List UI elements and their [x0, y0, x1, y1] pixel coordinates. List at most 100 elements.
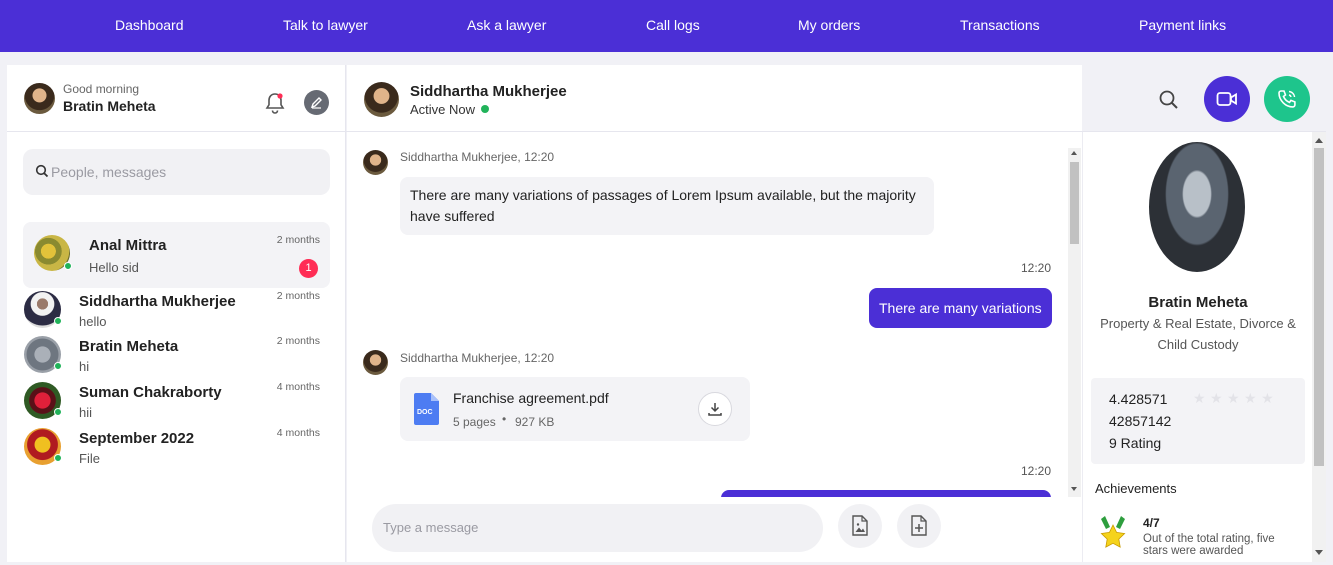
notification-bell-icon[interactable] — [264, 91, 286, 115]
rating-box: 4.428571 42857142 9 Rating ★ ★ ★ ★ ★ — [1091, 378, 1305, 464]
nav-call-logs[interactable]: Call logs — [646, 17, 700, 33]
download-icon — [708, 403, 722, 416]
medal-star-icon — [1099, 516, 1127, 548]
chat-search-button[interactable] — [1157, 88, 1181, 112]
chat-contact-avatar[interactable] — [364, 82, 399, 117]
message-input-placeholder: Type a message — [383, 520, 479, 535]
message-time: 12:20 — [1021, 261, 1052, 275]
nav-dashboard[interactable]: Dashboard — [115, 17, 184, 33]
message-time: 4 months — [276, 381, 320, 393]
top-nav: Dashboard Talk to lawyer Ask a lawyer Ca… — [0, 0, 1333, 52]
file-name: Franchise agreement.pdf — [453, 390, 609, 406]
user-avatar[interactable] — [24, 83, 55, 114]
star-rating: ★ ★ ★ ★ ★ — [1193, 390, 1274, 408]
message-input[interactable]: Type a message — [372, 504, 823, 552]
phone-icon — [1278, 90, 1296, 108]
messages-area: Siddhartha Mukherjee, 12:20 There are ma… — [347, 132, 1082, 497]
achievement-description: Out of the total rating, five stars were… — [1143, 533, 1275, 557]
nav-ask-a-lawyer[interactable]: Ask a lawyer — [467, 17, 546, 33]
sender-avatar — [363, 150, 388, 175]
rating-value-line2: 42857142 — [1109, 413, 1172, 429]
profile-scrollbar[interactable] — [1312, 132, 1326, 562]
contact-name: Suman Chakraborty — [79, 384, 222, 401]
conversation-sidebar: Good morning Bratin Meheta People, messa… — [7, 65, 346, 562]
online-indicator — [64, 262, 72, 270]
online-indicator — [54, 317, 62, 325]
file-type-label: DOC — [417, 409, 433, 416]
compose-button[interactable] — [304, 90, 329, 115]
message-time: 12:20 — [1021, 464, 1052, 478]
nav-payment-links[interactable]: Payment links — [1139, 17, 1226, 33]
file-pages: 5 pages — [453, 415, 496, 429]
chat-status: Active Now — [410, 102, 476, 117]
star-icon: ★ — [1261, 390, 1274, 406]
online-indicator — [54, 454, 62, 462]
lawyer-specialty: Property & Real Estate, Divorce & Child … — [1100, 316, 1296, 352]
lawyer-photo — [1149, 142, 1245, 272]
scrollbar-thumb[interactable] — [1070, 162, 1079, 244]
scroll-up-icon[interactable] — [1315, 138, 1323, 143]
online-indicator — [54, 362, 62, 370]
greeting-text: Good morning — [63, 82, 140, 96]
star-icon: ★ — [1210, 390, 1223, 406]
conversation-item[interactable]: Anal Mittra Hello sid 2 months 1 — [23, 222, 330, 288]
chat-scrollbar[interactable] — [1068, 148, 1081, 497]
file-size: 927 KB — [515, 415, 555, 429]
scrollbar-thumb[interactable] — [1314, 148, 1324, 466]
rating-count: 9 Rating — [1109, 435, 1162, 451]
attach-file-button[interactable] — [897, 504, 941, 548]
voice-call-button[interactable] — [1264, 76, 1310, 122]
message-text: There are many variations — [879, 300, 1042, 316]
chat-contact-name: Siddhartha Mukherjee — [410, 83, 567, 100]
achievements-title: Achievements — [1095, 481, 1177, 496]
outgoing-message: There are many variations — [869, 288, 1052, 328]
message-preview: hii — [79, 405, 93, 420]
message-preview: Hello sid — [89, 260, 139, 275]
scroll-down-icon[interactable] — [1071, 487, 1077, 491]
contact-name: Anal Mittra — [89, 237, 167, 254]
conversation-item[interactable]: Bratin Meheta hi 2 months — [23, 334, 330, 378]
file-attachment[interactable]: DOC Franchise agreement.pdf 5 pages • 92… — [400, 377, 750, 441]
document-icon: DOC — [414, 393, 439, 425]
message-sender: Siddhartha Mukherjee, 12:20 — [400, 351, 555, 365]
rating-value-line1: 4.428571 — [1109, 391, 1168, 407]
message-preview: hello — [79, 314, 107, 329]
nav-my-orders[interactable]: My orders — [798, 17, 860, 33]
separator-dot: • — [502, 412, 507, 426]
contact-name: Bratin Meheta — [79, 338, 179, 355]
scroll-down-icon[interactable] — [1315, 550, 1323, 555]
star-icon: ★ — [1244, 390, 1257, 406]
star-icon: ★ — [1193, 390, 1206, 406]
star-icon: ★ — [1227, 390, 1240, 406]
active-indicator — [481, 105, 489, 113]
message-time: 2 months — [276, 335, 320, 347]
lawyer-profile-panel: Bratin Meheta Property & Real Estate, Di… — [1082, 132, 1326, 562]
sender-avatar — [363, 350, 388, 375]
message-time: 4 months — [276, 427, 320, 439]
message-sender: Siddhartha Mukherjee, 12:20 — [400, 150, 555, 164]
contact-name: September 2022 — [79, 430, 195, 447]
contact-name: Siddhartha Mukherjee — [79, 293, 236, 310]
scroll-up-icon[interactable] — [1071, 151, 1077, 155]
online-indicator — [54, 408, 62, 416]
message-preview: hi — [79, 359, 90, 374]
incoming-message: There are many variations of passages of… — [400, 177, 934, 235]
search-placeholder: People, messages — [51, 164, 167, 180]
nav-transactions[interactable]: Transactions — [960, 17, 1040, 33]
download-button[interactable] — [698, 392, 732, 426]
search-input[interactable]: People, messages — [23, 149, 330, 195]
conversation-item[interactable]: Suman Chakraborty hii 4 months — [23, 380, 330, 424]
video-camera-icon — [1216, 92, 1237, 106]
attach-image-button[interactable] — [838, 504, 882, 548]
search-icon — [35, 164, 49, 178]
lawyer-name: Bratin Meheta — [1148, 294, 1248, 311]
nav-talk-to-lawyer[interactable]: Talk to lawyer — [283, 17, 368, 33]
message-time: 2 months — [276, 290, 320, 302]
achievement-value: 4/7 — [1143, 516, 1160, 530]
image-file-icon — [852, 515, 868, 536]
conversation-item[interactable]: September 2022 File 4 months — [23, 426, 330, 470]
conversation-item[interactable]: Siddhartha Mukherjee hello 2 months — [23, 289, 330, 333]
video-call-button[interactable] — [1204, 76, 1250, 122]
pencil-icon — [310, 97, 322, 109]
user-name: Bratin Meheta — [63, 98, 156, 114]
